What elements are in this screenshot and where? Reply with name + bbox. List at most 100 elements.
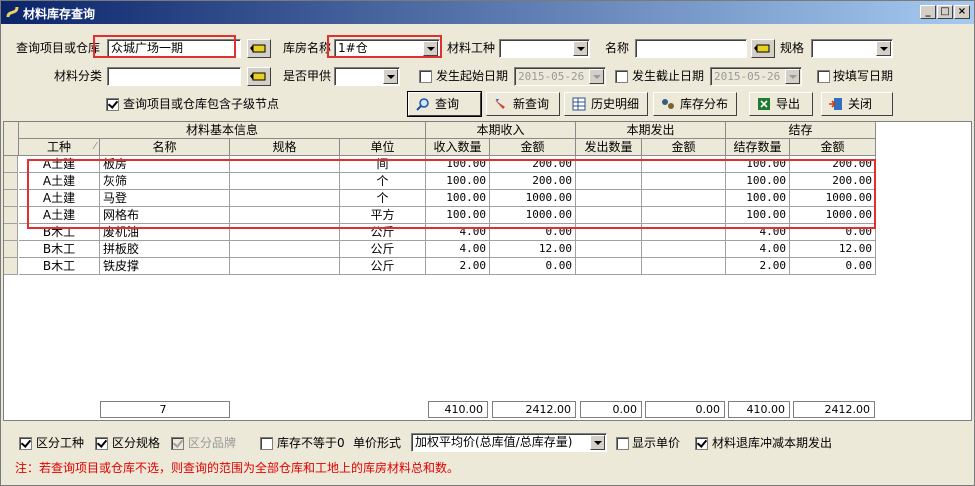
minimize-button[interactable]: _ xyxy=(920,5,936,19)
query-button[interactable]: 查询 xyxy=(407,91,482,117)
cell-out-amount[interactable] xyxy=(642,190,726,207)
query-item-input[interactable]: 众城广场一期 xyxy=(107,39,241,58)
chevron-down-icon[interactable] xyxy=(423,41,438,56)
fill-date-checkbox[interactable] xyxy=(817,70,830,83)
cell-out-amount[interactable] xyxy=(642,207,726,224)
return-offset-checkbox[interactable] xyxy=(695,437,708,450)
cell-out-qty[interactable] xyxy=(576,190,642,207)
cell-in-qty[interactable]: 100.00 xyxy=(426,156,490,173)
price-mode-select[interactable]: 加权平均价(总库值/总库存量) xyxy=(411,433,607,452)
by-spec-checkbox[interactable] xyxy=(95,437,108,450)
column-header-out-amount[interactable]: 金额 xyxy=(642,139,726,156)
start-date-field[interactable]: 2015-05-26 xyxy=(514,67,606,86)
row-selector[interactable] xyxy=(4,173,18,190)
end-date-checkbox[interactable] xyxy=(615,70,628,83)
cell-balance-qty[interactable]: 100.00 xyxy=(726,190,790,207)
cell-spec[interactable] xyxy=(230,173,340,190)
cell-balance-amount[interactable]: 12.00 xyxy=(790,241,876,258)
cell-balance-qty[interactable]: 4.00 xyxy=(726,241,790,258)
cell-spec[interactable] xyxy=(230,241,340,258)
cell-out-qty[interactable] xyxy=(576,224,642,241)
cell-in-qty[interactable]: 100.00 xyxy=(426,173,490,190)
row-selector[interactable] xyxy=(4,224,18,241)
cell-balance-qty[interactable]: 2.00 xyxy=(726,258,790,275)
category-input[interactable] xyxy=(107,67,241,86)
cell-trade[interactable]: A土建 xyxy=(19,156,100,173)
cell-name[interactable]: 灰筛 xyxy=(100,173,230,190)
owner-supply-select[interactable] xyxy=(334,67,400,86)
chevron-down-icon[interactable] xyxy=(785,69,800,84)
cell-unit[interactable]: 平方 xyxy=(340,207,426,224)
cell-out-qty[interactable] xyxy=(576,173,642,190)
cell-out-amount[interactable] xyxy=(642,241,726,258)
cell-out-amount[interactable] xyxy=(642,258,726,275)
inventory-grid[interactable]: 材料基本信息 本期收入 本期发出 结存 工种 ⁄ 名称 规格 单位 收入数量 金… xyxy=(3,121,972,421)
chevron-down-icon[interactable] xyxy=(876,41,891,56)
history-detail-button[interactable]: 历史明细 xyxy=(564,92,648,116)
cell-unit[interactable]: 间 xyxy=(340,156,426,173)
column-header-in-amount[interactable]: 金额 xyxy=(490,139,576,156)
cell-unit[interactable]: 个 xyxy=(340,190,426,207)
cell-trade[interactable]: A土建 xyxy=(19,173,100,190)
cell-balance-amount[interactable]: 200.00 xyxy=(790,156,876,173)
cell-unit[interactable]: 公斤 xyxy=(340,258,426,275)
by-brand-checkbox[interactable] xyxy=(171,437,184,450)
name-input[interactable] xyxy=(635,39,747,58)
cell-trade[interactable]: B木工 xyxy=(19,224,100,241)
cell-in-qty[interactable]: 4.00 xyxy=(426,241,490,258)
column-header-in-qty[interactable]: 收入数量 xyxy=(426,139,490,156)
start-date-checkbox[interactable] xyxy=(419,70,432,83)
column-header-name[interactable]: 名称 xyxy=(100,139,230,156)
warehouse-select[interactable]: 1#仓 xyxy=(334,39,440,58)
row-selector[interactable] xyxy=(4,241,18,258)
end-date-field[interactable]: 2015-05-26 xyxy=(710,67,802,86)
cell-out-qty[interactable] xyxy=(576,156,642,173)
cell-in-qty[interactable]: 100.00 xyxy=(426,207,490,224)
cell-trade[interactable]: B木工 xyxy=(19,241,100,258)
cell-balance-amount[interactable]: 0.00 xyxy=(790,258,876,275)
column-header-out-qty[interactable]: 发出数量 xyxy=(576,139,642,156)
spec-select[interactable] xyxy=(811,39,893,58)
cell-in-amount[interactable]: 1000.00 xyxy=(490,190,576,207)
column-header-spec[interactable]: 规格 xyxy=(230,139,340,156)
cell-in-amount[interactable]: 200.00 xyxy=(490,173,576,190)
category-picker-button[interactable] xyxy=(247,67,271,86)
column-header-balance-qty[interactable]: 结存数量 xyxy=(726,139,790,156)
new-query-button[interactable]: 新查询 xyxy=(486,92,560,116)
row-selector[interactable] xyxy=(4,258,18,275)
include-children-checkbox[interactable] xyxy=(106,98,119,111)
cell-balance-amount[interactable]: 200.00 xyxy=(790,173,876,190)
cell-balance-amount[interactable]: 0.00 xyxy=(790,224,876,241)
cell-out-qty[interactable] xyxy=(576,241,642,258)
maximize-button[interactable]: □ xyxy=(937,5,953,19)
by-trade-checkbox[interactable] xyxy=(19,437,32,450)
column-header-unit[interactable]: 单位 xyxy=(340,139,426,156)
cell-out-qty[interactable] xyxy=(576,258,642,275)
row-selector[interactable] xyxy=(4,190,18,207)
cell-in-qty[interactable]: 2.00 xyxy=(426,258,490,275)
row-selector[interactable] xyxy=(4,156,18,173)
cell-in-qty[interactable]: 100.00 xyxy=(426,190,490,207)
query-item-picker-button[interactable] xyxy=(247,39,271,58)
cell-out-amount[interactable] xyxy=(642,224,726,241)
cell-balance-amount[interactable]: 1000.00 xyxy=(790,207,876,224)
cell-trade[interactable]: B木工 xyxy=(19,258,100,275)
cell-in-amount[interactable]: 1000.00 xyxy=(490,207,576,224)
cell-in-qty[interactable]: 4.00 xyxy=(426,224,490,241)
cell-balance-qty[interactable]: 4.00 xyxy=(726,224,790,241)
cell-balance-qty[interactable]: 100.00 xyxy=(726,156,790,173)
row-selector[interactable] xyxy=(4,207,18,224)
cell-trade[interactable]: A土建 xyxy=(19,190,100,207)
cell-in-amount[interactable]: 200.00 xyxy=(490,156,576,173)
cell-spec[interactable] xyxy=(230,224,340,241)
close-button[interactable]: 关闭 xyxy=(821,92,893,116)
cell-out-amount[interactable] xyxy=(642,173,726,190)
cell-balance-qty[interactable]: 100.00 xyxy=(726,173,790,190)
cell-spec[interactable] xyxy=(230,207,340,224)
cell-in-amount[interactable]: 0.00 xyxy=(490,224,576,241)
column-header-trade[interactable]: 工种 ⁄ xyxy=(19,139,100,156)
cell-name[interactable]: 网格布 xyxy=(100,207,230,224)
cell-spec[interactable] xyxy=(230,190,340,207)
inventory-distribution-button[interactable]: 库存分布 xyxy=(653,92,737,116)
chevron-down-icon[interactable] xyxy=(590,435,605,450)
